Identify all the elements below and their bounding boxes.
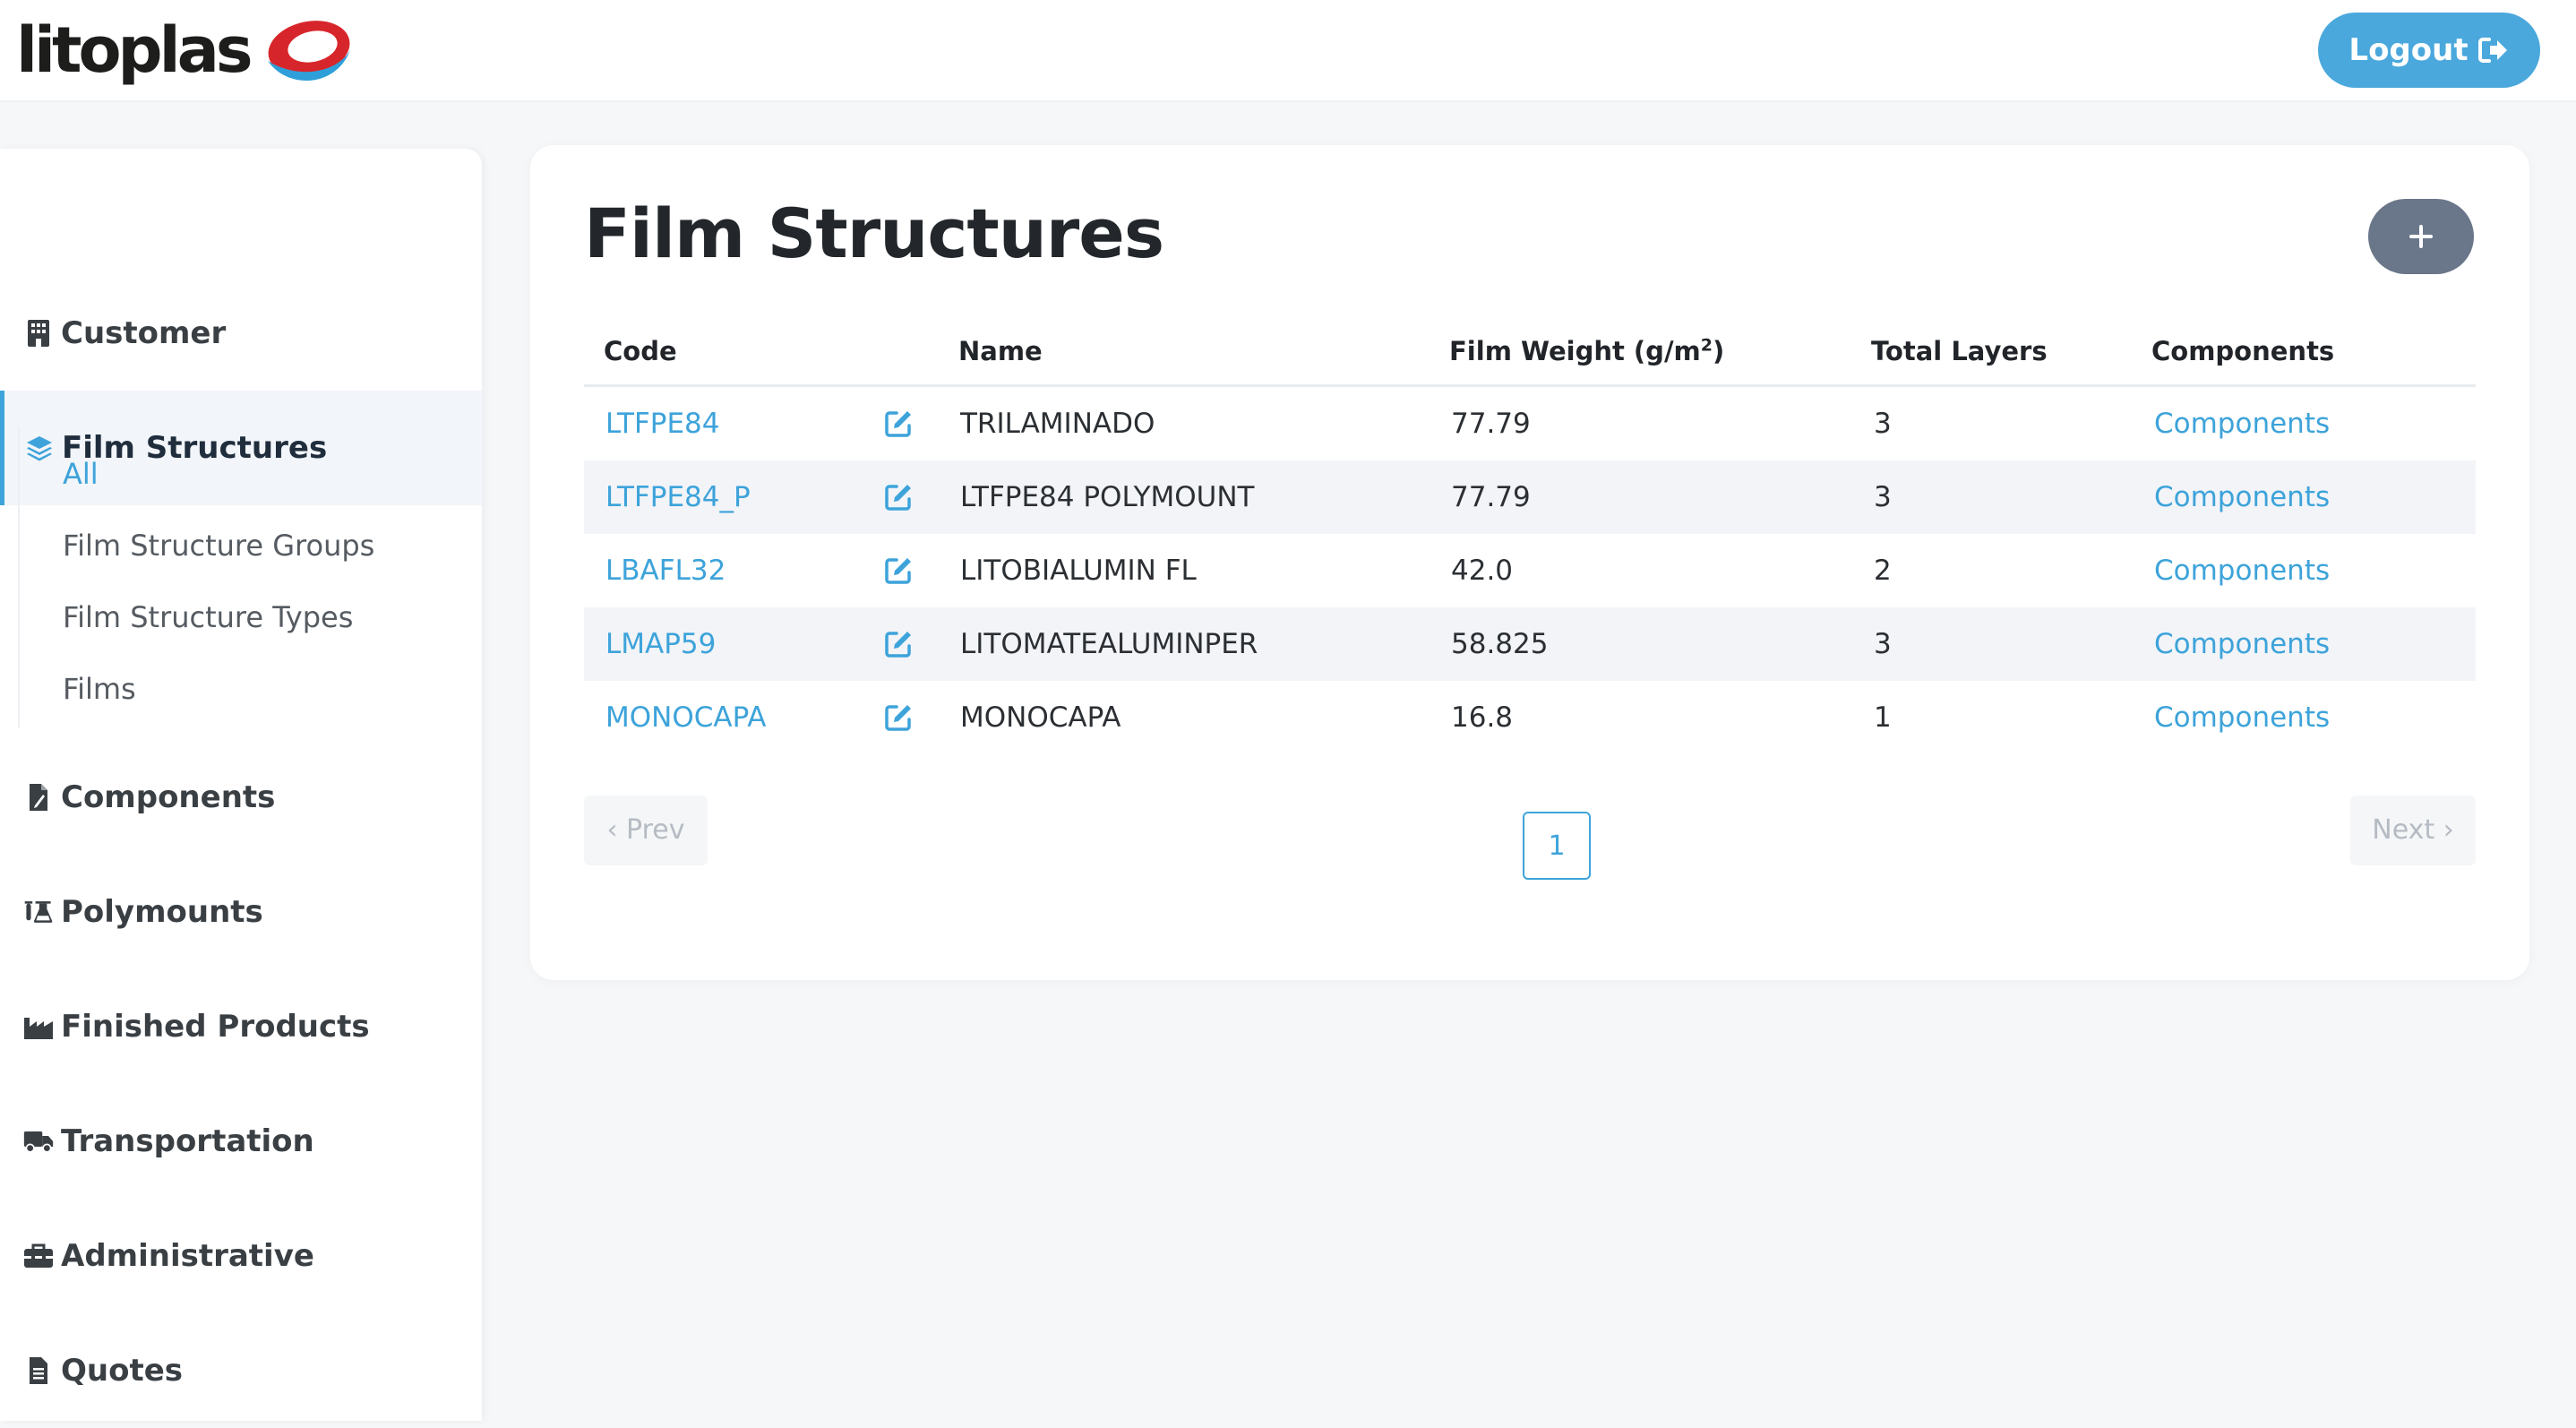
file-icon <box>23 782 54 813</box>
add-film-structure-button[interactable] <box>2368 199 2474 274</box>
film-weight-cell: 16.8 <box>1451 701 1514 734</box>
edit-icon[interactable] <box>883 482 914 512</box>
sidebar-item-label: Quotes <box>61 1353 184 1389</box>
edit-icon[interactable] <box>883 409 914 439</box>
sidebar-item-label: Polymounts <box>61 894 263 930</box>
film-weight-header-text: Film Weight (g/m <box>1449 336 1701 366</box>
sign-out-icon <box>2477 38 2507 63</box>
edit-icon[interactable] <box>883 702 914 733</box>
sidebar-item-label: Finished Products <box>61 1009 370 1045</box>
submenu-item-all[interactable]: All <box>63 457 99 491</box>
table-header: Code Name Film Weight (g/m2) Total Layer… <box>584 315 2476 387</box>
table-row: LBAFL32 LITOBIALUMIN FL 42.0 2 Component… <box>584 534 2476 607</box>
total-layers-cell: 2 <box>1874 555 1892 587</box>
submenu-item-film-structure-types[interactable]: Film Structure Types <box>63 600 353 634</box>
components-link[interactable]: Components <box>2154 607 2330 681</box>
total-layers-cell: 1 <box>1874 701 1892 734</box>
name-cell: LITOMATEALUMINPER <box>960 628 1258 660</box>
components-link[interactable]: Components <box>2154 387 2330 460</box>
logout-button[interactable]: Logout <box>2318 13 2540 88</box>
flask-icon <box>23 897 54 927</box>
name-cell: LITOBIALUMIN FL <box>960 555 1197 587</box>
sidebar-item-finished-products[interactable]: Finished Products <box>0 969 482 1084</box>
film-weight-cell: 77.79 <box>1451 408 1531 440</box>
sidebar-item-quotes[interactable]: Quotes <box>0 1313 482 1428</box>
plus-icon <box>2409 225 2433 248</box>
sidebar-item-transportation[interactable]: Transportation <box>0 1084 482 1199</box>
total-layers-cell: 3 <box>1874 481 1892 513</box>
sidebar: Customer Film Structures All Film Struct… <box>0 149 482 1421</box>
sidebar-item-label: Customer <box>61 315 227 351</box>
document-icon <box>23 1355 54 1386</box>
column-header-total-layers: Total Layers <box>1871 336 2048 366</box>
film-weight-header-close: ) <box>1713 336 1725 366</box>
table-row: LTFPE84_P LTFPE84 POLYMOUNT 77.79 3 Comp… <box>584 460 2476 534</box>
components-link[interactable]: Components <box>2154 534 2330 607</box>
sidebar-item-components[interactable]: Components <box>0 740 482 855</box>
components-link[interactable]: Components <box>2154 681 2330 754</box>
name-cell: MONOCAPA <box>960 701 1121 734</box>
litoplas-logo[interactable]: litoplas <box>16 7 354 93</box>
toolbox-icon <box>23 1241 54 1271</box>
name-cell: LTFPE84 POLYMOUNT <box>960 481 1255 513</box>
top-bar: litoplas Logout <box>0 0 2576 102</box>
submenu-item-film-structure-groups[interactable]: Film Structure Groups <box>63 529 374 563</box>
logo-swoosh-icon <box>267 21 350 81</box>
code-link[interactable]: LTFPE84_P <box>605 460 751 534</box>
column-header-components: Components <box>2151 336 2335 366</box>
sidebar-item-administrative[interactable]: Administrative <box>0 1199 482 1313</box>
film-weight-header-exponent: 2 <box>1700 335 1713 356</box>
table-row: LMAP59 LITOMATEALUMINPER 58.825 3 Compon… <box>584 607 2476 681</box>
column-header-film-weight: Film Weight (g/m2) <box>1449 315 1724 387</box>
film-structures-table: Code Name Film Weight (g/m2) Total Layer… <box>584 315 2476 754</box>
sidebar-item-label: Transportation <box>61 1123 314 1159</box>
truck-icon <box>23 1126 54 1157</box>
total-layers-cell: 3 <box>1874 408 1892 440</box>
code-link[interactable]: LBAFL32 <box>605 534 726 607</box>
edit-icon[interactable] <box>883 629 914 659</box>
film-weight-cell: 77.79 <box>1451 481 1531 513</box>
sidebar-item-customer[interactable]: Customer <box>0 276 482 391</box>
film-structures-card: Film Structures Code Name Film Weight (g… <box>530 145 2529 980</box>
name-cell: TRILAMINADO <box>960 408 1155 440</box>
code-link[interactable]: LTFPE84 <box>605 387 720 460</box>
table-row: MONOCAPA MONOCAPA 16.8 1 Components <box>584 681 2476 754</box>
table-row: LTFPE84 TRILAMINADO 77.79 3 Components <box>584 387 2476 460</box>
factory-icon <box>23 1011 54 1042</box>
code-link[interactable]: MONOCAPA <box>605 681 767 754</box>
page-title: Film Structures <box>584 194 1164 273</box>
logout-label: Logout <box>2348 32 2469 68</box>
building-icon <box>23 318 54 348</box>
submenu-item-films[interactable]: Films <box>63 672 136 706</box>
logo-wordmark: litoplas <box>16 13 253 87</box>
components-link[interactable]: Components <box>2154 460 2330 534</box>
next-page-button[interactable]: Next › <box>2350 796 2476 865</box>
code-link[interactable]: LMAP59 <box>605 607 716 681</box>
total-layers-cell: 3 <box>1874 628 1892 660</box>
sidebar-item-label: Administrative <box>61 1238 314 1274</box>
edit-icon[interactable] <box>883 555 914 586</box>
sidebar-item-label: Components <box>61 779 276 815</box>
sidebar-item-polymounts[interactable]: Polymounts <box>0 855 482 969</box>
film-structures-submenu: All Film Structure Groups Film Structure… <box>18 426 468 727</box>
film-weight-cell: 42.0 <box>1451 555 1514 587</box>
film-weight-cell: 58.825 <box>1451 628 1549 660</box>
prev-page-button[interactable]: ‹ Prev <box>584 796 708 865</box>
page-1-button[interactable]: 1 <box>1523 812 1591 880</box>
column-header-name: Name <box>958 336 1043 366</box>
column-header-code: Code <box>604 336 677 366</box>
